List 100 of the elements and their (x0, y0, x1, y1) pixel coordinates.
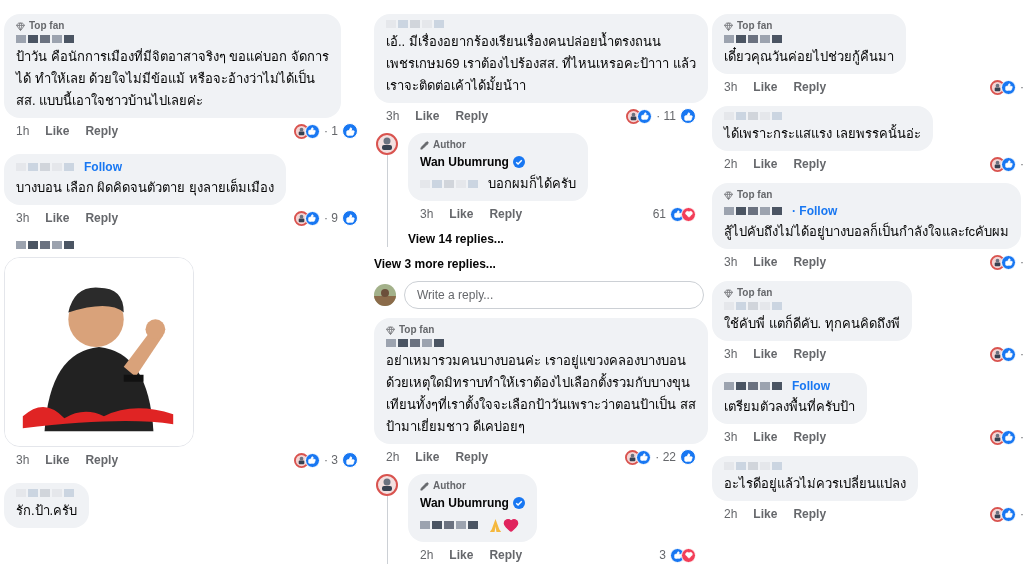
like-link[interactable]: Like (753, 428, 778, 446)
avatar-reaction-icon (294, 452, 309, 468)
comment-text: ป้าวัน คือนักการเมืองที่มีจิตอาสาจริงๆ ขอแค่บอก จัดการ ได้ ทำให้เลย ด้วยใจไม่มีข้อแม้ หรือจะอ้างว่าไม่ได้เป็น สส. แบบนี้เอาใจชาวบ้านไปเลยค่ะ (16, 47, 329, 110)
reply-link[interactable]: Reply (793, 505, 827, 523)
like-reaction-icon (1001, 346, 1016, 362)
comment-text: เอ้.. มีเรื่องอยากร้องเรียนเรื่องคนปล่อยน้ำตรงถนน เพชรเกษม69 เราต้องไปร้องสส. ที่ไหนเหรอคะป้าาา แล้ว เราจะติดต่อเค้าได้มั้ยน้าา (386, 31, 696, 95)
view-more-replies-link[interactable]: View 3 more replies... (374, 256, 704, 272)
like-reaction-icon (1001, 156, 1016, 172)
timestamp: 3h (724, 346, 738, 363)
like-link[interactable]: Like (753, 78, 778, 96)
like-link[interactable]: Like (449, 546, 474, 564)
timestamp: 3h (420, 206, 434, 223)
like-link[interactable]: Like (753, 253, 778, 271)
comment-text: เดี๋ยวคุณวันค่อยไปช่วยกู้คืนมา (724, 46, 894, 67)
love-reaction-icon (681, 547, 696, 563)
reaction-count: · (1020, 156, 1024, 173)
diamond-icon (386, 325, 395, 335)
reply-link[interactable]: Reply (489, 546, 523, 564)
badge-label: Top fan (737, 189, 773, 201)
avatar-reaction-icon (990, 506, 1005, 522)
badge-label: Top fan (29, 20, 65, 32)
reaction-count: · (1020, 254, 1024, 271)
comment-text: ได้เพราะกระแสแรง เลยพรรคนั้นอ่ะ (724, 123, 921, 143)
like-reaction-icon (342, 123, 358, 139)
like-link[interactable]: Like (753, 505, 778, 523)
comment-text: บอกผมก็ได้ครับ (488, 173, 576, 193)
view-replies-link[interactable]: View 14 replies... (408, 231, 696, 247)
follow-link[interactable]: Follow (792, 379, 830, 393)
diamond-icon (724, 21, 733, 31)
like-link[interactable]: Like (45, 209, 70, 227)
reaction-count: · 3 (324, 452, 338, 469)
reaction-count: · (1020, 506, 1024, 523)
like-reaction-icon (1001, 506, 1016, 522)
reply-link[interactable]: Reply (793, 345, 827, 363)
like-link[interactable]: Like (449, 205, 474, 223)
blurred-name (724, 207, 784, 215)
like-link[interactable]: Like (45, 451, 70, 469)
comment-text: อะไรดีอยู่แล้วไม่ควรเปลี่ยนแปลง (724, 474, 906, 494)
like-reaction-icon (680, 449, 696, 465)
timestamp: 3h (724, 429, 738, 446)
like-link[interactable]: Like (753, 155, 778, 173)
timestamp: 3h (724, 79, 738, 96)
comment-text: เตรียมตัวลงพื้นที่ครับป้า (724, 396, 855, 416)
reply-link[interactable]: Reply (85, 122, 119, 140)
blurred-name (724, 382, 784, 390)
author-name[interactable]: Wan Ubumrung (420, 494, 509, 512)
blurred-name (16, 35, 76, 43)
blurred-name (724, 302, 784, 310)
reply-link[interactable]: Reply (793, 78, 827, 96)
reply-link[interactable]: Reply (455, 107, 489, 125)
timestamp: 2h (724, 156, 738, 173)
love-reaction-icon (681, 206, 696, 222)
reaction-count: · 9 (324, 210, 338, 227)
badge-label: Top fan (737, 20, 773, 32)
reaction-count: 3 (659, 547, 666, 564)
praying-hands-icon (488, 517, 503, 533)
like-reaction-icon (637, 108, 653, 124)
blurred-name (16, 241, 76, 249)
blurred-name (724, 35, 784, 43)
avatar-reaction-icon (625, 449, 641, 465)
timestamp: 2h (420, 547, 434, 564)
avatar-reaction-icon (294, 123, 309, 139)
reply-field[interactable]: Write a reply... (404, 281, 704, 309)
reply-link[interactable]: Reply (85, 209, 119, 227)
blurred-name (724, 112, 784, 120)
timestamp: 2h (386, 449, 400, 466)
like-reaction-icon (1001, 429, 1016, 445)
reply-link[interactable]: Reply (793, 253, 827, 271)
reply-link[interactable]: Reply (85, 451, 119, 469)
diamond-icon (724, 288, 733, 298)
avatar-reaction-icon (990, 346, 1005, 362)
like-reaction-icon (680, 108, 696, 124)
blurred-name (16, 489, 76, 497)
timestamp: 3h (16, 210, 30, 227)
timestamp: 3h (386, 108, 400, 125)
like-link[interactable]: Like (753, 345, 778, 363)
like-reaction-icon (1001, 79, 1016, 95)
like-link[interactable]: Like (45, 122, 70, 140)
reaction-count: 61 (652, 206, 666, 223)
reaction-count: · 22 (655, 449, 676, 466)
like-link[interactable]: Like (415, 448, 440, 466)
avatar-reaction-icon (990, 429, 1005, 445)
reply-link[interactable]: Reply (793, 155, 827, 173)
like-reaction-icon (1001, 254, 1016, 270)
follow-link[interactable]: · Follow (792, 204, 838, 218)
reply-link[interactable]: Reply (455, 448, 489, 466)
like-link[interactable]: Like (415, 107, 440, 125)
reaction-count: · (1020, 429, 1024, 446)
blurred-name (724, 462, 784, 470)
follow-link[interactable]: Follow (84, 160, 122, 174)
reply-link[interactable]: Reply (489, 205, 523, 223)
avatar-reaction-icon (990, 79, 1005, 95)
avatar-reaction-icon (990, 254, 1005, 270)
reply-link[interactable]: Reply (793, 428, 827, 446)
pencil-icon (420, 140, 429, 150)
reaction-count: · (1020, 346, 1024, 363)
author-name[interactable]: Wan Ubumrung (420, 153, 509, 171)
avatar (376, 133, 398, 155)
blurred-name (386, 20, 446, 28)
badge-label: Author (433, 139, 466, 151)
